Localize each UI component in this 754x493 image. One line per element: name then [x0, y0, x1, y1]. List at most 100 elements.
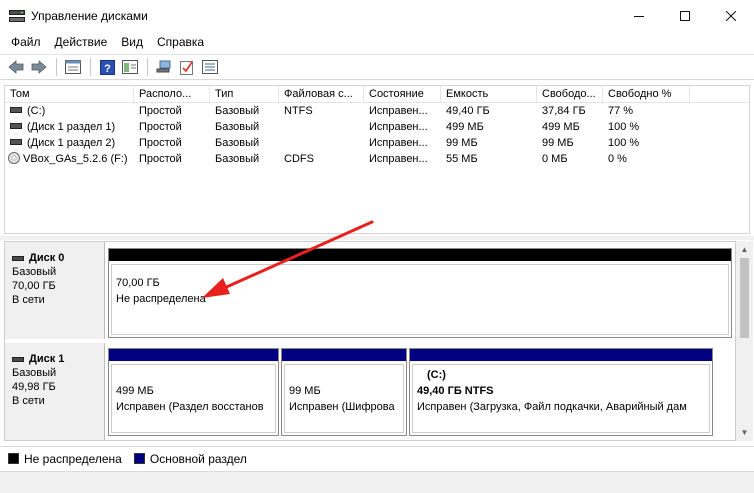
- column-header-type[interactable]: Тип: [210, 86, 279, 103]
- properties-button[interactable]: [62, 57, 84, 77]
- table-row[interactable]: VBox_GAs_5.2.6 (F:) Простой Базовый CDFS…: [5, 151, 749, 167]
- connect-icon: [156, 60, 171, 73]
- disk-size: 49,98 ГБ: [12, 381, 56, 393]
- volume-status: Исправен...: [369, 137, 428, 149]
- partition-status: Не распределена: [116, 293, 206, 305]
- column-header-layout[interactable]: Располо...: [134, 86, 210, 103]
- disk-map: Диск 0 Базовый 70,00 ГБ В сети 70,00 ГБ …: [4, 241, 736, 441]
- partition-color-bar: [109, 249, 731, 261]
- disk-1-label[interactable]: Диск 1 Базовый 49,98 ГБ В сети: [5, 343, 105, 440]
- cd-drive-icon: [8, 152, 20, 165]
- disk-type: Базовый: [12, 266, 57, 278]
- partition-efi[interactable]: 99 МБ Исправен (Шифрова: [281, 348, 407, 436]
- forward-button[interactable]: [28, 57, 50, 77]
- legend-swatch: [133, 453, 145, 464]
- volume-name: VBox_GAs_5.2.6 (F:): [23, 153, 128, 165]
- column-header-status[interactable]: Состояние: [364, 86, 441, 103]
- help-button[interactable]: ?: [96, 57, 118, 77]
- list-button[interactable]: [199, 57, 221, 77]
- volume-free-space: 37,84 ГБ: [542, 105, 586, 117]
- scroll-up-icon[interactable]: ▲: [736, 241, 753, 258]
- legend-primary: Основной раздел: [133, 451, 247, 466]
- partition-color-bar: [282, 349, 406, 361]
- partition-recovery[interactable]: 499 МБ Исправен (Раздел восстанов: [108, 348, 279, 436]
- disk-map-scrollbar[interactable]: ▲ ▼: [736, 241, 753, 441]
- column-header-capacity[interactable]: Емкость: [441, 86, 537, 103]
- partition-unallocated[interactable]: 70,00 ГБ Не распределена: [108, 248, 732, 338]
- volume-icon: [10, 123, 22, 130]
- volume-status: Исправен...: [369, 121, 428, 133]
- legend-label: Не распределена: [24, 451, 122, 466]
- table-row[interactable]: (C:) Простой Базовый NTFS Исправен... 49…: [5, 103, 749, 119]
- volume-name: (Диск 1 раздел 2): [27, 137, 116, 149]
- disk-icon: [12, 255, 24, 261]
- check-button[interactable]: [176, 57, 198, 77]
- svg-text:?: ?: [104, 63, 111, 75]
- menu-action[interactable]: Действие: [48, 35, 115, 49]
- pane-splitter[interactable]: [0, 236, 754, 240]
- toolbar: ?: [0, 54, 754, 80]
- disk-type: Базовый: [12, 367, 57, 379]
- console-tree-button[interactable]: [119, 57, 141, 77]
- partition-status: Исправен (Загрузка, Файл подкачки, Авари…: [417, 401, 687, 413]
- toolbar-separator: [56, 58, 57, 76]
- check-icon: [180, 60, 193, 75]
- column-header-volume[interactable]: Том: [5, 86, 134, 103]
- volume-type: Базовый: [215, 121, 260, 133]
- scroll-down-icon[interactable]: ▼: [736, 424, 753, 441]
- volume-icon: [10, 107, 22, 114]
- volume-free-percent: 77 %: [608, 105, 634, 117]
- back-button[interactable]: [5, 57, 27, 77]
- title-bar: Управление дисками: [0, 0, 754, 31]
- volume-filesystem: CDFS: [284, 153, 314, 165]
- legend-unallocated: Не распределена: [8, 452, 122, 466]
- console-tree-icon: [122, 60, 138, 74]
- menu-file[interactable]: Файл: [4, 35, 48, 49]
- volume-status: Исправен...: [369, 153, 428, 165]
- minimize-button[interactable]: [616, 0, 662, 31]
- back-icon: [8, 60, 24, 74]
- table-row[interactable]: (Диск 1 раздел 1) Простой Базовый Исправ…: [5, 119, 749, 135]
- maximize-button[interactable]: [662, 0, 708, 31]
- partition-size: 49,40 ГБ NTFS: [417, 385, 494, 397]
- column-header-filesystem[interactable]: Файловая с...: [279, 86, 364, 103]
- help-icon: ?: [99, 59, 115, 75]
- volume-free-space: 99 МБ: [542, 137, 574, 149]
- volume-filesystem: [279, 119, 364, 135]
- volume-list-header: Том Располо... Тип Файловая с... Состоян…: [5, 86, 749, 103]
- menu-view[interactable]: Вид: [114, 35, 150, 49]
- partition-status: Исправен (Раздел восстанов: [116, 401, 264, 413]
- disk-name: Диск 1: [29, 353, 65, 365]
- volume-filesystem: NTFS: [284, 105, 313, 117]
- disk-icon: [12, 356, 24, 362]
- volume-layout: Простой: [139, 121, 182, 133]
- partition-color-bar: [109, 349, 278, 361]
- properties-icon: [65, 60, 81, 74]
- volume-free-space: 0 МБ: [542, 153, 568, 165]
- column-header-free-percent[interactable]: Свободно %: [603, 86, 690, 103]
- volume-capacity: 499 МБ: [446, 121, 484, 133]
- partition-label: (C:): [427, 369, 446, 381]
- maximize-icon: [680, 10, 690, 21]
- close-button[interactable]: [708, 0, 754, 31]
- volume-free-percent: 0 %: [608, 153, 627, 165]
- menu-bar: Файл Действие Вид Справка: [0, 31, 754, 52]
- legend-label: Основной раздел: [149, 451, 247, 466]
- menu-help[interactable]: Справка: [150, 35, 211, 49]
- volume-free-percent: 100 %: [608, 121, 640, 133]
- volume-layout: Простой: [139, 137, 182, 149]
- scroll-thumb[interactable]: [740, 258, 749, 338]
- volume-type: Базовый: [215, 105, 260, 117]
- volume-type: Базовый: [215, 137, 260, 149]
- volume-filesystem: [279, 135, 364, 151]
- table-row[interactable]: (Диск 1 раздел 2) Простой Базовый Исправ…: [5, 135, 749, 151]
- partition-c-drive[interactable]: (C:) 49,40 ГБ NTFS Исправен (Загрузка, Ф…: [409, 348, 713, 436]
- partition-status: Исправен (Шифрова: [289, 401, 395, 413]
- connect-button[interactable]: [153, 57, 175, 77]
- disk-name: Диск 0: [29, 252, 65, 264]
- column-header-free-space[interactable]: Свободо...: [537, 86, 603, 103]
- volume-capacity: 55 МБ: [446, 153, 478, 165]
- volume-capacity: 99 МБ: [446, 137, 478, 149]
- disk-0-label[interactable]: Диск 0 Базовый 70,00 ГБ В сети: [5, 242, 105, 339]
- volume-icon: [10, 139, 22, 146]
